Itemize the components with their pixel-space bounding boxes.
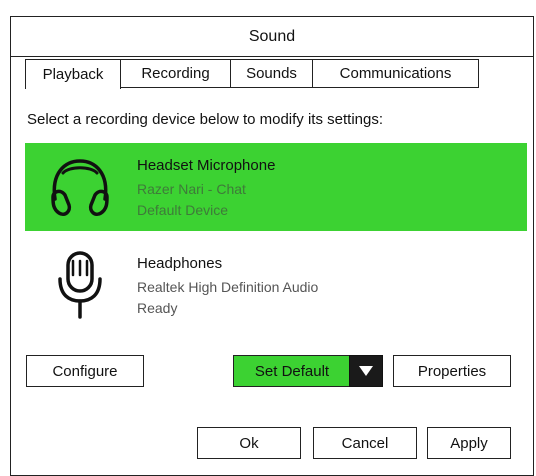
- set-default-dropdown[interactable]: [349, 355, 383, 387]
- tab-sounds[interactable]: Sounds: [231, 59, 313, 88]
- window-title: Sound: [11, 17, 533, 57]
- ok-button[interactable]: Ok: [197, 427, 301, 459]
- instructions-text: Select a recording device below to modif…: [27, 111, 384, 128]
- microphone-icon: [58, 251, 102, 319]
- device-driver: Razer Nari - Chat: [137, 181, 246, 197]
- device-name: Headphones: [137, 255, 223, 272]
- apply-button[interactable]: Apply: [427, 427, 511, 459]
- device-name: Headset Microphone: [137, 157, 276, 174]
- tab-communications[interactable]: Communications: [313, 59, 479, 88]
- device-status: Ready: [137, 300, 178, 316]
- device-driver: Realtek High Definition Audio: [137, 279, 319, 295]
- cancel-button[interactable]: Cancel: [313, 427, 417, 459]
- sound-dialog: Sound Playback Recording Sounds Communic…: [10, 16, 534, 476]
- headset-icon: [51, 159, 109, 217]
- device-list-item-headset-microphone[interactable]: Headset Microphone Razer Nari - Chat Def…: [25, 143, 527, 231]
- tab-recording[interactable]: Recording: [121, 59, 231, 88]
- triangle-down-icon: [359, 366, 373, 376]
- set-default-button[interactable]: Set Default: [233, 355, 351, 387]
- configure-button[interactable]: Configure: [26, 355, 144, 387]
- properties-button[interactable]: Properties: [393, 355, 511, 387]
- tab-bar: Playback Recording Sounds Communications: [25, 59, 479, 89]
- device-list-item-headphones[interactable]: Headphones Realtek High Definition Audio…: [25, 241, 527, 329]
- device-status: Default Device: [137, 202, 229, 218]
- tab-playback[interactable]: Playback: [25, 59, 121, 89]
